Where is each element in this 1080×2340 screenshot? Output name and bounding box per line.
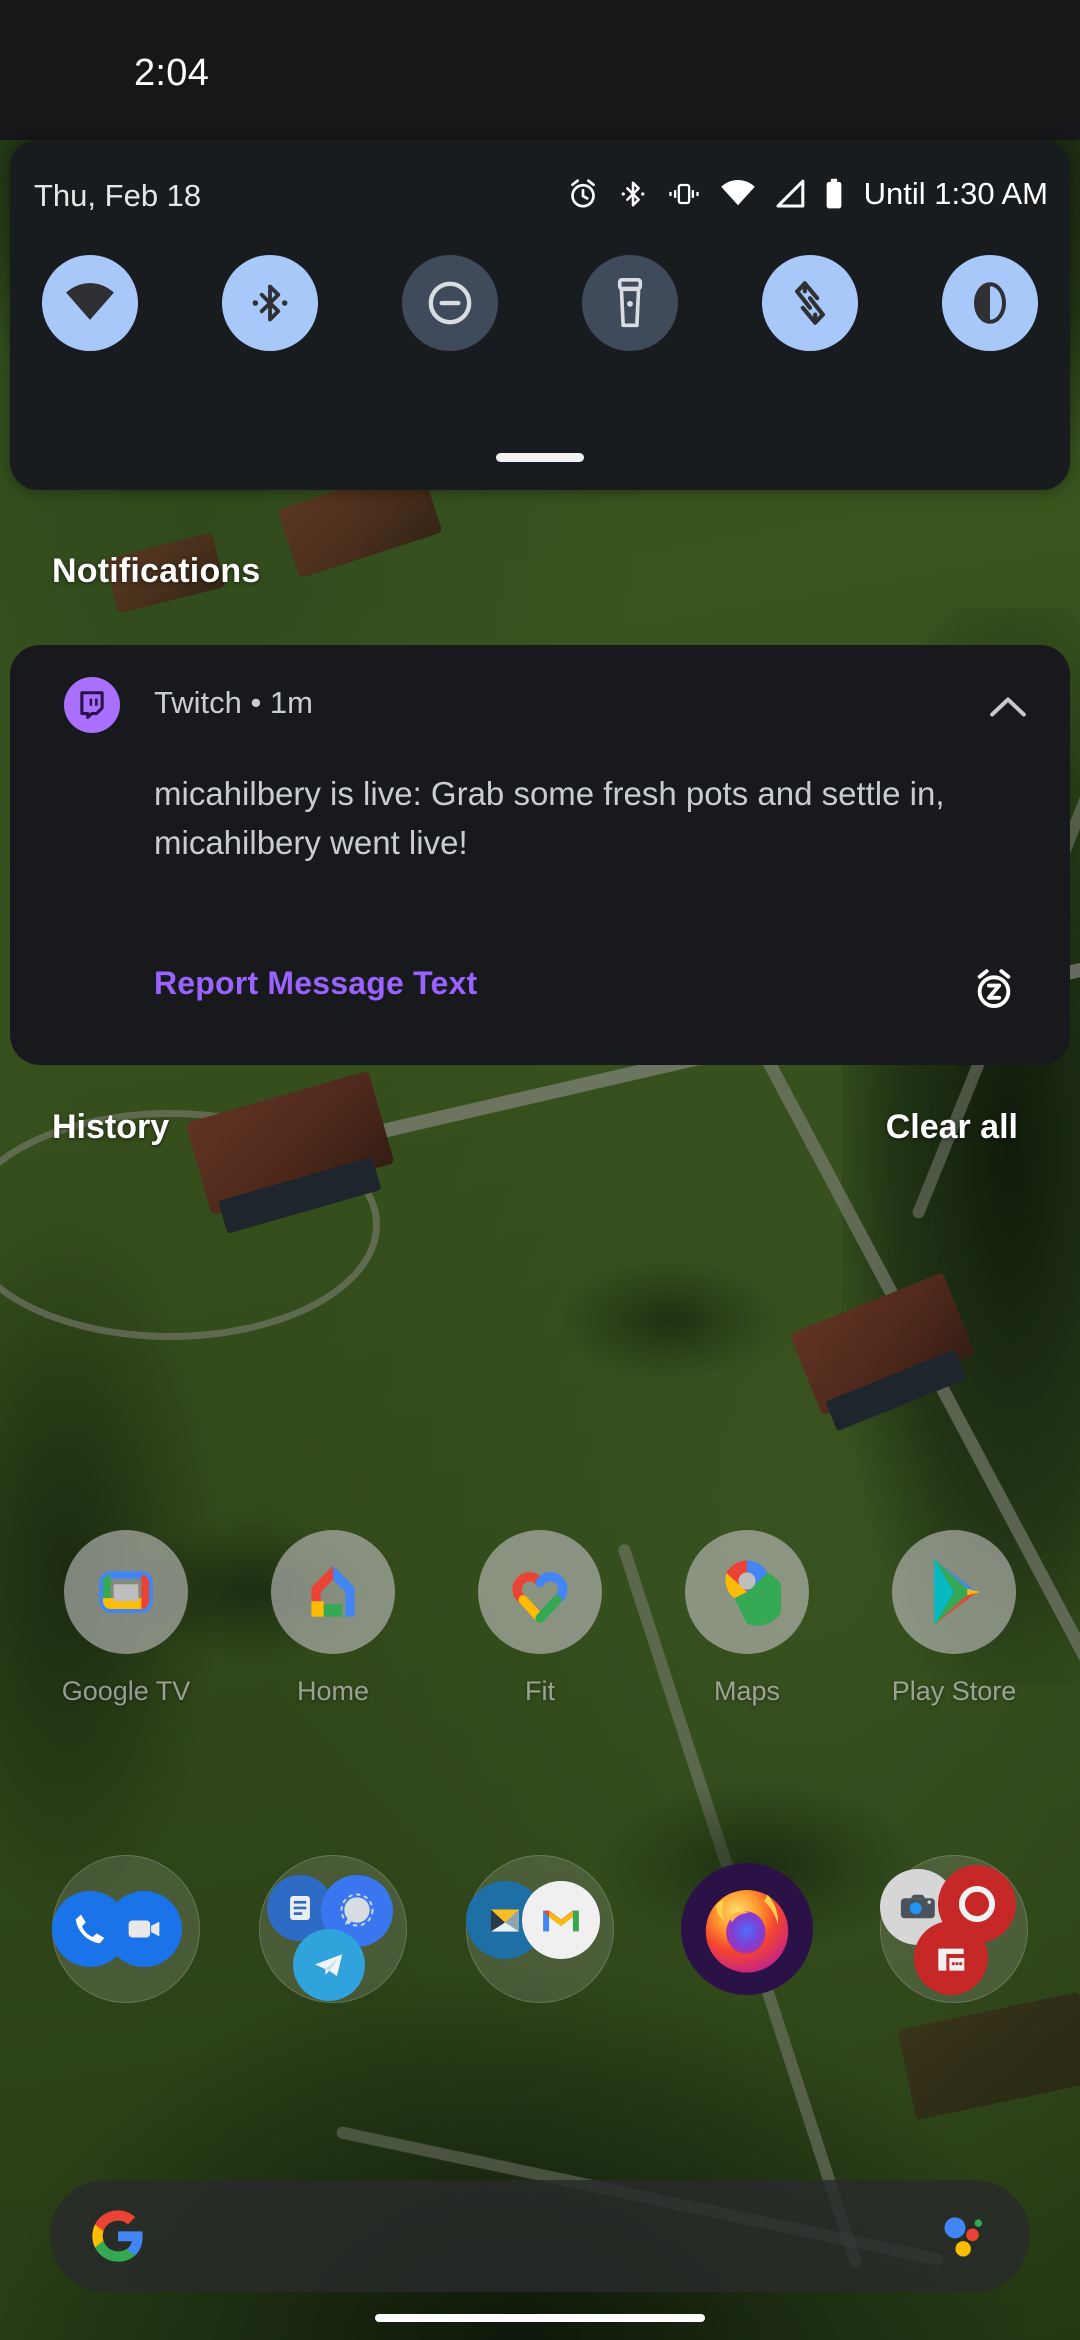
- app-label-fit: Fit: [525, 1676, 555, 1706]
- collapse-chevron-icon[interactable]: [980, 679, 1036, 735]
- record-glyph: [958, 1885, 996, 1923]
- google-home-glyph: [311, 1565, 355, 1617]
- folder-phone-meet[interactable]: [52, 1855, 200, 2003]
- app-firefox[interactable]: [673, 1855, 821, 2003]
- play-store-glyph: [934, 1558, 981, 1626]
- chevron-up-icon: [990, 697, 1026, 717]
- signal-glyph: [340, 1893, 374, 1927]
- alarm-icon: [570, 179, 595, 208]
- folder-camera-media[interactable]: [880, 1855, 1028, 2003]
- bluetooth-icon: [621, 181, 644, 207]
- app-google-tv[interactable]: Google TV: [52, 1530, 200, 1760]
- meet-camera-glyph: [128, 1920, 160, 1938]
- app-play-store[interactable]: Play Store: [880, 1530, 1028, 1760]
- shade-drag-handle[interactable]: [496, 453, 584, 462]
- clear-all-button[interactable]: Clear all: [886, 1108, 1018, 1147]
- vibrate-icon: [668, 183, 699, 205]
- folder-mail[interactable]: [466, 1855, 614, 2003]
- app-label-google-tv: Google TV: [61, 1676, 191, 1706]
- google-home-icon: [271, 1530, 395, 1654]
- notification-body-text: micahilbery is live: Grab some fresh pot…: [154, 775, 945, 861]
- messages-glyph: [290, 1895, 310, 1921]
- google-maps-glyph: [725, 1560, 781, 1626]
- files-glyph: [938, 1948, 965, 1971]
- firefox-icon: [681, 1863, 813, 1995]
- google-assistant-icon[interactable]: [934, 2208, 990, 2264]
- status-bar-clock: 2:04: [134, 52, 210, 94]
- bluetooth-tile[interactable]: Bluetooth: [222, 255, 318, 351]
- home-gesture-bar[interactable]: [375, 2314, 705, 2322]
- app-label-maps: Maps: [713, 1676, 781, 1706]
- files-icon: [914, 1921, 988, 1995]
- app-row-folders: [0, 1855, 1080, 2025]
- notifications-section-title: Notifications: [52, 552, 261, 590]
- app-row-primary: Google TV Home Fit Maps Play Store: [0, 1530, 1080, 1760]
- wifi-icon: [720, 179, 755, 206]
- app-home[interactable]: Home: [259, 1530, 407, 1760]
- history-button[interactable]: History: [52, 1108, 169, 1147]
- battery-icon: [826, 178, 841, 209]
- status-icons-group: Until 1:30 AM: [566, 176, 1048, 212]
- auto-rotate-tile[interactable]: Auto-rotate: [762, 255, 858, 351]
- google-fit-icon: [478, 1530, 602, 1654]
- google-search-bar[interactable]: [50, 2180, 1030, 2292]
- google-tv-glyph: [99, 1571, 153, 1613]
- snooze-alarm-icon: [977, 969, 1011, 1008]
- camera-glyph: [900, 1894, 935, 1919]
- notification-twitch[interactable]: Twitch • 1m micahilbery is live: Grab so…: [10, 645, 1070, 1065]
- folder-messaging[interactable]: [259, 1855, 407, 2003]
- notification-actions: Report Message Text: [10, 965, 1070, 1023]
- app-fit[interactable]: Fit: [466, 1530, 614, 1760]
- twitch-glyph-icon: [80, 691, 104, 719]
- gmail-icon: [522, 1881, 600, 1959]
- twitch-app-icon: [64, 677, 120, 733]
- android-notification-shade: 2:04 Thu, Feb 18 Until 1:30 AM Notificat…: [0, 0, 1080, 2340]
- notification-footer: History Clear all: [0, 1108, 1080, 1174]
- app-maps[interactable]: Maps: [673, 1530, 821, 1760]
- telegram-glyph: [315, 1954, 343, 1977]
- dark-theme-tile[interactable]: Dark theme: [942, 255, 1038, 351]
- quick-settings-date[interactable]: Thu, Feb 18: [34, 178, 201, 214]
- status-bar: 2:04: [0, 0, 1080, 140]
- telegram-icon: [293, 1929, 365, 2001]
- email-glyph: [491, 1909, 519, 1932]
- app-label-home: Home: [296, 1676, 370, 1706]
- cell-signal-icon: [776, 179, 804, 208]
- app-label-play-store: Play Store: [891, 1676, 1017, 1706]
- notification-header[interactable]: Twitch • 1m: [10, 645, 1070, 761]
- google-fit-glyph: [512, 1572, 568, 1623]
- google-tv-icon: [64, 1530, 188, 1654]
- google-maps-icon: [685, 1530, 809, 1654]
- firefox-glyph: [705, 1890, 789, 1973]
- snooze-button[interactable]: [964, 959, 1024, 1019]
- phone-handset-glyph: [75, 1914, 105, 1944]
- play-store-icon: [892, 1530, 1016, 1654]
- do-not-disturb-tile[interactable]: Do Not Disturb: [402, 255, 498, 351]
- flashlight-tile[interactable]: Flashlight: [582, 255, 678, 351]
- quick-settings-panel: Thu, Feb 18 Until 1:30 AM: [10, 140, 1070, 490]
- quick-settings-status-row: Thu, Feb 18 Until 1:30 AM: [10, 140, 1070, 250]
- meet-icon: [106, 1891, 182, 1967]
- google-logo-icon[interactable]: [90, 2208, 146, 2264]
- notification-app-label: Twitch • 1m: [154, 685, 313, 720]
- battery-until-text: Until 1:30 AM: [863, 176, 1048, 211]
- quick-settings-tiles: Wi-Fi Bluetooth Do Not Disturb: [10, 255, 1070, 351]
- gmail-glyph: [543, 1910, 579, 1932]
- report-message-text-action[interactable]: Report Message Text: [154, 965, 477, 1002]
- wifi-tile[interactable]: Wi-Fi: [42, 255, 138, 351]
